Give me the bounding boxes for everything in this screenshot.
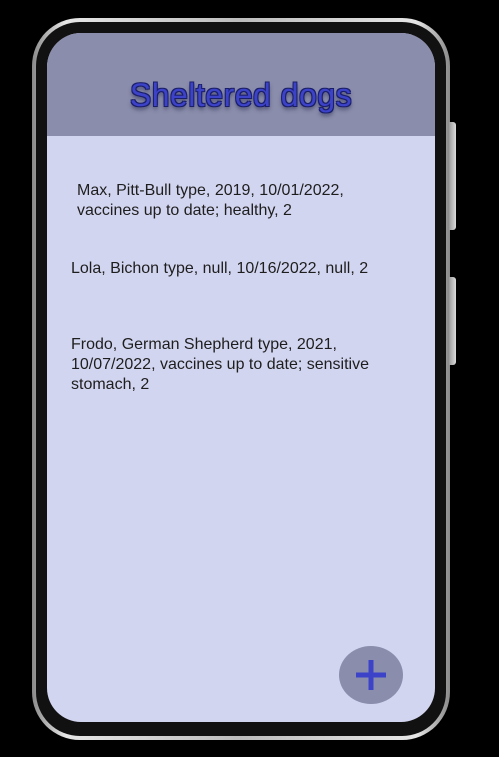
dog-list-item[interactable]: Frodo, German Shepherd type, 2021, 10/07… bbox=[71, 335, 411, 395]
app-header: Sheltered dogs bbox=[47, 33, 435, 136]
power-button bbox=[449, 277, 456, 365]
app-screen: Sheltered dogs Max, Pitt-Bull type, 2019… bbox=[47, 33, 435, 722]
page-title: Sheltered dogs bbox=[129, 77, 353, 113]
dog-list-item[interactable]: Max, Pitt-Bull type, 2019, 10/01/2022, v… bbox=[77, 181, 397, 221]
add-dog-button[interactable] bbox=[339, 646, 403, 704]
volume-button bbox=[449, 122, 456, 230]
plus-icon bbox=[356, 660, 386, 690]
dog-list-item[interactable]: Lola, Bichon type, null, 10/16/2022, nul… bbox=[71, 259, 411, 279]
